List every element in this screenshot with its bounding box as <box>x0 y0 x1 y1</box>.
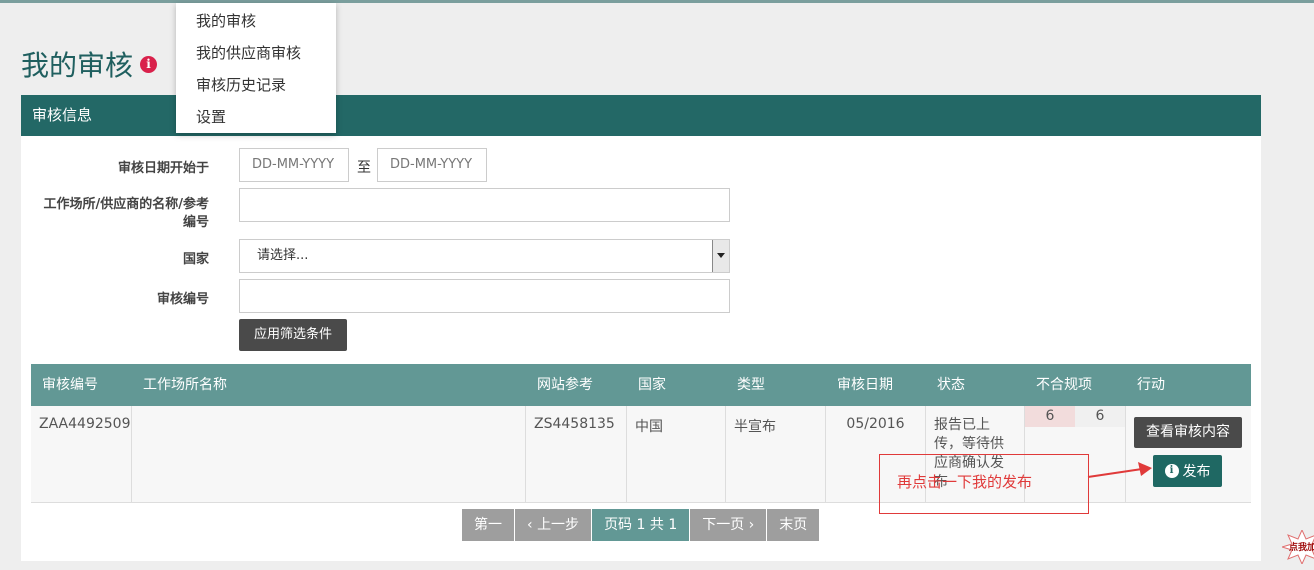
corner-badge-text: 点我加 <box>1289 543 1314 553</box>
publish-button-label: 发布 <box>1182 464 1211 480</box>
page-prev-button[interactable]: ‹ 上一步 <box>515 509 592 541</box>
cell-site-ref: ZS4458135 <box>526 406 627 502</box>
page-current-indicator: 页码 1 共 1 <box>592 509 690 541</box>
apply-filters-button[interactable]: 应用筛选条件 <box>239 319 347 351</box>
user-dropdown-menu: 我的审核 我的供应商审核 审核历史记录 设置 <box>176 3 336 133</box>
col-actions: 行动 <box>1137 377 1165 393</box>
col-date[interactable]: 审核日期 <box>826 364 926 406</box>
site-name-label-line2: 编号 <box>182 215 209 230</box>
site-name-label-line1: 工作场所/供应商的名称/参考 <box>43 197 210 212</box>
col-site-name[interactable]: 工作场所名称 <box>132 364 526 406</box>
chevron-left-icon: ‹ <box>527 517 538 533</box>
country-select-value: 请选择... <box>257 248 309 263</box>
page-title: 我的审核 i <box>21 44 158 84</box>
col-audit-no[interactable]: 审核编号 <box>31 364 132 406</box>
chevron-right-icon: › <box>744 517 755 533</box>
col-status[interactable]: 状态 <box>926 364 1025 406</box>
view-audit-button[interactable]: 查看审核内容 <box>1134 417 1242 448</box>
menu-item-supplier-audits[interactable]: 我的供应商审核 <box>176 40 336 72</box>
page-prev-label: 上一步 <box>537 517 580 533</box>
date-from-input[interactable]: DD-MM-YYYY <box>239 148 349 182</box>
date-from-label: 审核日期开始于 <box>117 161 209 176</box>
cell-actions: 查看审核内容 i 发布 <box>1126 406 1251 502</box>
col-country[interactable]: 国家 <box>627 364 726 406</box>
menu-item-settings[interactable]: 设置 <box>176 104 336 136</box>
annotation-arrow-icon <box>1087 462 1152 478</box>
to-label: 至 <box>357 160 371 176</box>
page-title-text: 我的审核 <box>21 49 134 82</box>
pagination: 第一 ‹ 上一步 页码 1 共 1 下一页 › 末页 <box>462 509 820 541</box>
col-nonconformities[interactable]: 不合规项 <box>1025 364 1126 406</box>
publish-button[interactable]: i 发布 <box>1153 455 1222 487</box>
country-select[interactable]: 请选择... <box>239 239 730 273</box>
table-header: 审核编号 工作场所名称 网站参考 国家 类型 审核日期 状态 不合规项 行动 <box>31 364 1251 406</box>
page-next-label: 下一页 <box>702 517 745 533</box>
nc-count-b: 6 <box>1075 406 1125 427</box>
cell-type: 半宣布 <box>726 406 826 502</box>
info-icon: i <box>1164 464 1179 478</box>
annotation-callout: 再点击一下我的发布 <box>879 454 1089 514</box>
site-name-label: 工作场所/供应商的名称/参考 编号 <box>21 196 210 232</box>
site-name-input[interactable] <box>239 188 730 222</box>
menu-item-my-audits[interactable]: 我的审核 <box>176 8 336 40</box>
menu-item-audit-history[interactable]: 审核历史记录 <box>176 72 336 104</box>
page-first-button[interactable]: 第一 <box>462 509 514 541</box>
page-last-button[interactable]: 末页 <box>767 509 820 541</box>
annotation-callout-text: 再点击一下我的发布 <box>897 473 1033 491</box>
chevron-down-icon[interactable] <box>712 240 729 272</box>
country-label: 国家 <box>182 252 209 267</box>
date-to-input[interactable]: DD-MM-YYYY <box>377 148 487 182</box>
cell-site-name <box>132 406 526 502</box>
audit-no-input[interactable] <box>239 279 730 313</box>
info-icon[interactable]: i <box>140 55 158 73</box>
col-type[interactable]: 类型 <box>726 364 826 406</box>
nc-count-a: 6 <box>1025 406 1075 427</box>
cell-country: 中国 <box>627 406 726 502</box>
cell-audit-no: ZAA4492509 <box>31 406 132 502</box>
corner-badge[interactable]: 点我加 <box>1280 528 1314 566</box>
audit-no-label: 审核编号 <box>156 292 209 307</box>
page-next-button[interactable]: 下一页 › <box>690 509 767 541</box>
col-site-ref[interactable]: 网站参考 <box>526 364 627 406</box>
